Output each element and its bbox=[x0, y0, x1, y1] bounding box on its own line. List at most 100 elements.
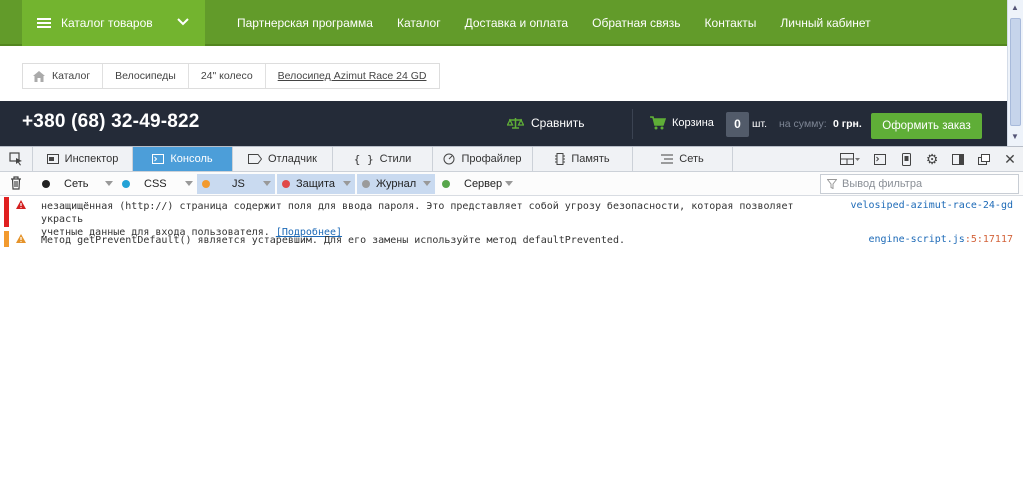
nav-link-catalog[interactable]: Каталог bbox=[397, 16, 441, 30]
gear-icon: ⚙ bbox=[925, 150, 939, 167]
cart-label: Корзина bbox=[672, 117, 714, 129]
settings-button[interactable]: ⚙ bbox=[919, 147, 945, 171]
tab-memory[interactable]: Память bbox=[533, 147, 633, 171]
element-picker-icon bbox=[9, 152, 22, 166]
filter-css[interactable]: CSS bbox=[117, 174, 197, 194]
filter-server[interactable]: Сервер bbox=[437, 174, 517, 194]
tab-console[interactable]: Консоль bbox=[133, 147, 233, 171]
error-marker bbox=[4, 197, 9, 227]
home-icon bbox=[33, 70, 45, 82]
filter-logging[interactable]: Журнал bbox=[357, 174, 435, 194]
phone-number[interactable]: +380 (68) 32-49-822 bbox=[22, 111, 200, 133]
responsive-design-button[interactable] bbox=[893, 147, 919, 171]
dropdown-arrow-icon bbox=[505, 181, 513, 186]
filter-label: Защита bbox=[296, 178, 335, 190]
filter-label: Журнал bbox=[376, 178, 417, 190]
scratchpad-button[interactable] bbox=[867, 147, 893, 171]
filter-output-input[interactable]: Вывод фильтра bbox=[820, 174, 1019, 194]
message-line: незащищённая (http://) страница содержит… bbox=[41, 201, 794, 225]
dock-side-button[interactable] bbox=[945, 147, 971, 171]
devtools-toolbar: Инспектор Консоль Отладчик { } Стили Про… bbox=[0, 147, 1023, 172]
dropdown-arrow-icon bbox=[185, 181, 193, 186]
element-picker-button[interactable] bbox=[0, 147, 33, 171]
filter-icon bbox=[827, 179, 837, 189]
source-file: engine-script.js bbox=[868, 234, 965, 245]
scroll-down-icon[interactable]: ▼ bbox=[1011, 132, 1019, 141]
tab-label: Инспектор bbox=[64, 153, 119, 165]
tab-style-editor[interactable]: { } Стили bbox=[333, 147, 433, 171]
warning-icon bbox=[16, 200, 26, 209]
checkout-button[interactable]: Оформить заказ bbox=[871, 113, 982, 139]
nav-link-contacts[interactable]: Контакты bbox=[705, 16, 757, 30]
breadcrumb-item-wheel[interactable]: 24" колесо bbox=[189, 64, 266, 88]
menu-icon bbox=[37, 16, 51, 30]
close-devtools-button[interactable]: ✕ bbox=[997, 147, 1023, 171]
tab-label: Стили bbox=[379, 153, 412, 165]
catalog-menu-button[interactable]: Каталог товаров bbox=[22, 0, 205, 46]
cart-unit: шт. bbox=[752, 118, 767, 130]
scales-icon bbox=[507, 118, 524, 129]
compare-label: Сравнить bbox=[531, 116, 585, 130]
filter-security[interactable]: Защита bbox=[277, 174, 355, 194]
tab-debugger[interactable]: Отладчик bbox=[233, 147, 333, 171]
tab-network[interactable]: Сеть bbox=[633, 147, 733, 171]
filter-label: Сервер bbox=[464, 178, 503, 190]
breadcrumb-item-current[interactable]: Велосипед Azimut Race 24 GD bbox=[266, 64, 440, 88]
breadcrumb-label: Велосипед Azimut Race 24 GD bbox=[277, 70, 427, 82]
style-editor-icon: { } bbox=[353, 152, 374, 166]
scrollbar-thumb[interactable] bbox=[1010, 18, 1021, 126]
split-console-button[interactable] bbox=[833, 147, 867, 171]
undock-button[interactable] bbox=[971, 147, 997, 171]
cart-count-badge: 0 bbox=[726, 112, 749, 137]
filter-dot bbox=[122, 180, 130, 188]
tab-label: Отладчик bbox=[268, 153, 317, 165]
nav-link-delivery[interactable]: Доставка и оплата bbox=[465, 16, 569, 30]
console-filter-bar: Сеть CSS JS Защита Журнал Сервер Вывод ф… bbox=[0, 172, 1023, 196]
scratchpad-icon bbox=[874, 153, 886, 165]
nav-link-account[interactable]: Личный кабинет bbox=[780, 16, 870, 30]
tab-profiler[interactable]: Профайлер bbox=[433, 147, 533, 171]
filter-label: CSS bbox=[144, 178, 167, 190]
profiler-icon bbox=[443, 153, 455, 165]
filter-dot bbox=[442, 180, 450, 188]
tab-label: Сеть bbox=[679, 153, 704, 165]
message-source-link[interactable]: velosiped-azimut-race-24-gd bbox=[850, 200, 1013, 211]
trash-icon[interactable] bbox=[10, 176, 22, 190]
filter-label: JS bbox=[232, 178, 245, 190]
inspector-icon bbox=[46, 154, 59, 164]
nav-links: Партнерская программа Каталог Доставка и… bbox=[237, 0, 895, 46]
filter-dot bbox=[42, 180, 50, 188]
catalog-button-label: Каталог товаров bbox=[61, 16, 153, 30]
filter-label: Сеть bbox=[64, 178, 89, 190]
breadcrumb-label: Велосипеды bbox=[115, 70, 176, 82]
console-message: незащищённая (http://) страница содержит… bbox=[0, 197, 1023, 238]
cart-sum-label: на сумму: bbox=[779, 118, 827, 130]
filter-network[interactable]: Сеть bbox=[37, 174, 117, 194]
cart-link[interactable]: Корзина bbox=[650, 116, 714, 130]
compare-link[interactable]: Сравнить bbox=[507, 116, 584, 130]
tab-label: Консоль bbox=[170, 153, 213, 165]
memory-icon bbox=[555, 153, 566, 165]
breadcrumb-label: 24" колесо bbox=[200, 70, 253, 82]
filter-placeholder: Вывод фильтра bbox=[842, 178, 923, 190]
nav-link-partner[interactable]: Партнерская программа bbox=[237, 16, 373, 30]
message-source-link[interactable]: engine-script.js:5:17117 bbox=[869, 234, 1014, 245]
header-bar: +380 (68) 32-49-822 Сравнить Корзина 0 ш… bbox=[0, 101, 1007, 146]
source-line: :5:17117 bbox=[964, 234, 1013, 245]
nav-link-feedback[interactable]: Обратная связь bbox=[592, 16, 680, 30]
scroll-up-icon[interactable]: ▲ bbox=[1011, 3, 1019, 12]
console-icon bbox=[152, 154, 165, 164]
message-text: Метод getPreventDefault() является устар… bbox=[41, 234, 841, 247]
dropdown-arrow-icon bbox=[343, 181, 351, 186]
dropdown-arrow-icon bbox=[263, 181, 271, 186]
breadcrumb-item-catalog[interactable]: Каталог bbox=[23, 64, 104, 88]
undock-icon bbox=[978, 153, 990, 165]
filter-dot bbox=[202, 180, 210, 188]
page-scrollbar[interactable]: ▲ ▼ bbox=[1007, 0, 1023, 146]
tab-inspector[interactable]: Инспектор bbox=[33, 147, 133, 171]
dropdown-arrow-icon bbox=[105, 181, 113, 186]
filter-dot bbox=[362, 180, 370, 188]
filter-js[interactable]: JS bbox=[197, 174, 275, 194]
tab-label: Профайлер bbox=[461, 153, 522, 165]
breadcrumb-item-bicycles[interactable]: Велосипеды bbox=[103, 64, 189, 88]
